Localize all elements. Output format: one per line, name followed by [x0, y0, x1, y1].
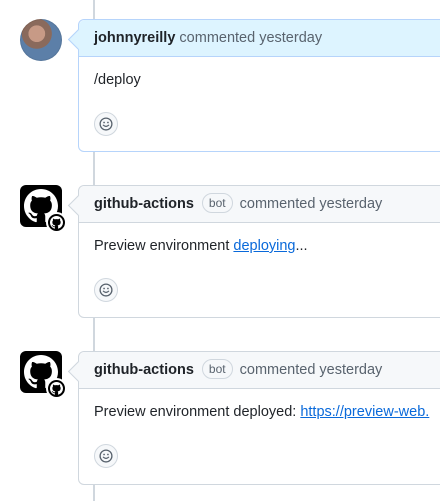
bot-badge-icon: [46, 212, 67, 233]
comment-body: Preview environment deploying...: [79, 223, 440, 254]
comment-author[interactable]: github-actions: [94, 196, 194, 212]
comment-header: github-actions bot commented yesterday: [79, 352, 440, 389]
comment-header: github-actions bot commented yesterday: [79, 186, 440, 223]
comment-header: johnnyreilly commented yesterday: [79, 20, 440, 57]
comment-text-suffix: ...: [295, 238, 308, 254]
user-avatar[interactable]: [20, 19, 62, 61]
bot-label: bot: [201, 359, 233, 379]
comment-author[interactable]: johnnyreilly: [94, 30, 175, 46]
deploying-link[interactable]: deploying: [233, 238, 295, 254]
comment-card: github-actions bot commented yesterday P…: [67, 351, 440, 485]
comment-author[interactable]: github-actions: [94, 362, 194, 378]
comment-text: Preview environment: [94, 238, 234, 254]
add-reaction-button[interactable]: [94, 444, 118, 468]
github-actions-avatar[interactable]: [20, 185, 67, 233]
add-reaction-button[interactable]: [94, 278, 118, 302]
smiley-icon: [99, 283, 113, 297]
comment-timestamp[interactable]: commented yesterday: [240, 362, 383, 378]
bot-label: bot: [201, 193, 233, 213]
github-actions-avatar[interactable]: [20, 351, 67, 399]
comment-text: Preview environment deployed:: [94, 404, 301, 420]
comment-text: /deploy: [94, 72, 141, 88]
comment-body: Preview environment deployed: https://pr…: [79, 389, 440, 420]
add-reaction-button[interactable]: [94, 112, 118, 136]
comment-timestamp[interactable]: commented yesterday: [179, 30, 322, 46]
comment-card: github-actions bot commented yesterday P…: [67, 185, 440, 318]
comment-body: /deploy: [79, 57, 440, 88]
comment-timestamp[interactable]: commented yesterday: [240, 196, 383, 212]
preview-url-link[interactable]: https://preview-web.: [300, 404, 429, 420]
smiley-icon: [99, 449, 113, 463]
bot-badge-icon: [46, 378, 67, 399]
comment-card: johnnyreilly commented yesterday /deploy: [67, 19, 440, 152]
smiley-icon: [99, 117, 113, 131]
